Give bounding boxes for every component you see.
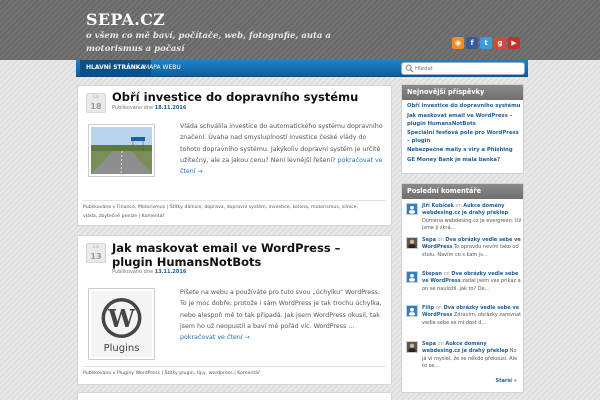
avatar [406, 271, 418, 283]
date-month: Lis [92, 95, 100, 100]
search-icon[interactable] [405, 64, 414, 73]
recent-comments-widget: Poslední komentáře Jiří Kubíček on Aukce… [401, 183, 524, 393]
comment-on: on [437, 341, 444, 347]
wordpress-plugins-image: W Plugins [91, 291, 152, 357]
post-meta: Publikováno dne 18.11.2016 [112, 105, 186, 111]
post-categories-tags[interactable]: Publikováno v Finance, Motorismus | Štít… [83, 203, 386, 212]
highway-image [91, 127, 152, 175]
post-tags-continued[interactable]: vláda, zbytečné peníze | Komentář [83, 212, 386, 221]
facebook-icon[interactable]: f [466, 37, 478, 49]
recent-posts-widget: Nejnovější příspěvky Obří investice do d… [401, 84, 524, 174]
post-excerpt: Vláda schválila investice do automatické… [180, 121, 387, 177]
avatar [406, 305, 418, 317]
plugins-label: Plugins [104, 343, 140, 354]
comment-on: on [455, 203, 462, 209]
comment-on: on [435, 305, 442, 311]
comment-on: on [443, 271, 450, 277]
recent-post-link[interactable]: Speciální fesťová pole pro WordPress – p… [407, 129, 521, 146]
comment-excerpt: Doména webdesing.cz je evergreen. Už jsm… [422, 217, 522, 231]
post-date[interactable]: 18.11.2016 [155, 105, 187, 111]
meta-prefix: Publikováno dne [112, 105, 154, 111]
post-date[interactable]: 13.11.2016 [155, 269, 187, 275]
widget-title: Nejnovější příspěvky [402, 85, 523, 100]
search-input[interactable] [415, 64, 521, 73]
recent-post-link[interactable]: Nebezpečné maily s viry a Phishing [407, 146, 521, 154]
post-footer: Publikováno v Pluginy WordPress | Štítky… [83, 366, 386, 378]
svg-text:W: W [107, 304, 136, 333]
date-day: 13 [90, 252, 102, 261]
excerpt-text: Píšete na webu a používáte pro tuto svou… [180, 289, 382, 330]
older-comments-link[interactable]: Starší » [496, 378, 518, 384]
site-header: SEPA.CZ o všem co mě baví, počítače, web… [0, 0, 600, 60]
googleplus-icon[interactable]: g [494, 37, 506, 49]
post-footer: Publikováno v Finance, Motorismus | Štít… [83, 200, 386, 221]
date-month: Lis [92, 245, 100, 250]
site-title[interactable]: SEPA.CZ [86, 10, 165, 29]
comment-author[interactable]: Stepan [422, 271, 442, 277]
avatar [406, 237, 418, 249]
avatar [406, 203, 418, 215]
twitter-icon[interactable]: t [480, 37, 492, 49]
post-thumbnail[interactable]: W Plugins [88, 288, 155, 360]
post-card: Lis 13 Jak maskovat email ve WordPress –… [77, 235, 392, 385]
post-title[interactable]: Obří investice do dopravního systému [112, 90, 382, 104]
read-more-link[interactable]: pokračovat ve čtení → [180, 334, 250, 341]
comment-author[interactable]: Jiří Kubíček [422, 203, 454, 209]
post-meta: Publikováno dne 13.11.2016 [112, 269, 186, 275]
social-icons: ◉ f t g ▶ [452, 37, 520, 49]
date-badge: Lis 13 [86, 243, 106, 263]
meta-prefix: Publikováno dne [112, 269, 154, 275]
rss-icon[interactable]: ◉ [452, 37, 464, 49]
post-card [77, 392, 392, 400]
comment-author[interactable]: Filip [422, 305, 434, 311]
recent-post-link[interactable]: Jak maskovat email ve WordPress – plugin… [407, 112, 521, 129]
widget-title: Poslední komentáře [402, 184, 523, 199]
post-excerpt: Píšete na webu a používáte pro tuto svou… [180, 287, 387, 343]
comment-author[interactable]: Sepa [422, 237, 436, 243]
post-title[interactable]: Jak maskovat email ve WordPress – plugin… [112, 241, 382, 269]
date-badge: Lis 18 [86, 93, 106, 113]
site-tagline: o všem co mě baví, počítače, web, fotogr… [86, 31, 331, 54]
post-thumbnail[interactable] [88, 124, 155, 177]
recent-post-link[interactable]: Obří investice do dopravního systému [407, 102, 521, 110]
youtube-icon[interactable]: ▶ [508, 37, 520, 49]
post-card: Lis 18 Obří investice do dopravního syst… [77, 85, 392, 226]
nav-site-map[interactable]: MAPA WEBU [138, 60, 187, 76]
recent-post-link[interactable]: GE Money Bank je mala banka? [407, 156, 521, 164]
comment-author[interactable]: Sepa [422, 341, 436, 347]
post-categories-tags[interactable]: Publikováno v Pluginy WordPress | Štítky… [83, 369, 386, 378]
search-box [401, 62, 525, 75]
avatar [406, 341, 418, 353]
comment-on: on [437, 237, 444, 243]
date-day: 18 [90, 102, 102, 111]
